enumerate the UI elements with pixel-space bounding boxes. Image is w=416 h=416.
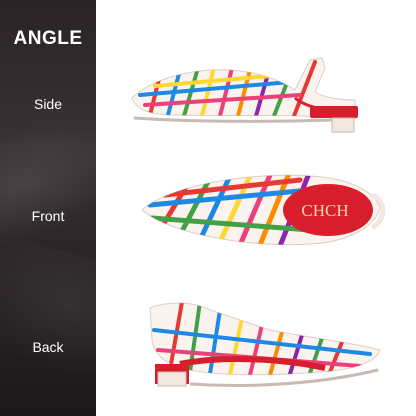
back-view-shoe [149,302,381,387]
insole-brand-text: CHCH [301,201,348,220]
front-view-shoe: CHCH [141,174,386,246]
label-front: Front [31,208,65,224]
fabric-fold-decoration [0,228,96,392]
side-view-shoe [131,57,358,133]
fabric-fold-decoration [0,95,96,255]
label-side: Side [33,96,63,112]
side-view-image [110,20,410,140]
label-back: Back [32,339,64,355]
back-view-image [110,280,410,400]
sidebar-panel: ANGLE Side Front Back [0,0,96,416]
sidebar-title: ANGLE [13,28,83,49]
front-view-image: CHCH [110,150,410,270]
